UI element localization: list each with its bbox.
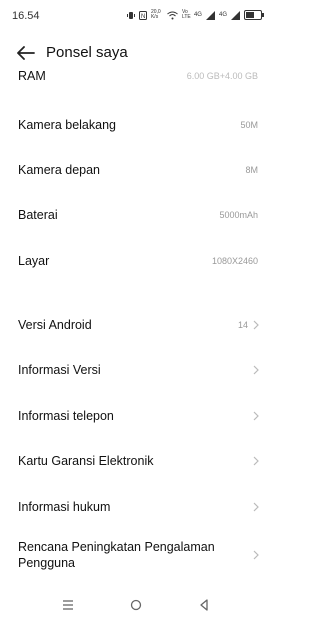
row-value: 8M: [245, 165, 258, 175]
row-ram[interactable]: RAM 6.00 GB+4.00 GB: [0, 60, 272, 98]
row-label: Layar: [18, 254, 50, 268]
signal-icon-2: [231, 10, 240, 20]
navigation-bar: [0, 588, 272, 620]
chevron-right-icon: [253, 411, 259, 421]
row-experience-program[interactable]: Rencana Peningkatan Pengalaman Pengguna: [0, 532, 272, 578]
menu-icon: [63, 600, 73, 610]
status-time: 16.54: [12, 10, 40, 22]
row-label: RAM: [18, 69, 46, 83]
row-rear-camera[interactable]: Kamera belakang 50M: [0, 103, 272, 147]
row-value: 1080X2460: [211, 256, 258, 266]
home-button[interactable]: [126, 596, 146, 614]
chevron-right-icon: [253, 550, 259, 560]
row-value: 5000mAh: [219, 210, 258, 220]
row-label: Informasi hukum: [18, 500, 111, 514]
row-label: Rencana Peningkatan Pengalaman Pengguna: [18, 540, 215, 570]
vibrate-icon: [126, 11, 135, 19]
row-label: Kamera belakang: [18, 118, 116, 132]
network-4g-text: 4G: [193, 12, 202, 18]
arrow-left-icon: [17, 46, 35, 60]
wifi-icon: [167, 11, 178, 19]
status-icons: N 20,0 K/s Vo LTE 4G 4G: [126, 9, 264, 20]
row-screen[interactable]: Layar 1080X2460: [0, 239, 272, 283]
row-version-info[interactable]: Informasi Versi: [0, 348, 272, 392]
row-front-camera[interactable]: Kamera depan 8M: [0, 148, 272, 192]
network-4g-text-2: 4G: [218, 12, 227, 18]
row-warranty-card[interactable]: Kartu Garansi Elektronik: [0, 439, 272, 483]
row-label: Informasi Versi: [18, 363, 101, 377]
chevron-right-icon: [253, 320, 259, 330]
row-label: Informasi telepon: [18, 409, 114, 423]
row-android-version[interactable]: Versi Android 14: [0, 303, 272, 347]
battery-icon: [244, 10, 264, 20]
signal-icon: [205, 10, 215, 20]
chevron-right-icon: [253, 502, 259, 512]
row-label: Baterai: [18, 208, 58, 222]
volte-text: Vo LTE: [181, 9, 191, 20]
chevron-right-icon: [253, 456, 259, 466]
row-value: 14: [237, 320, 248, 330]
chevron-right-icon: [253, 365, 259, 375]
speed-text: 20,0 K/s: [150, 9, 161, 20]
row-value: 50M: [240, 120, 258, 130]
settings-list[interactable]: RAM 6.00 GB+4.00 GB Kamera belakang 50M …: [0, 60, 272, 588]
back-icon: [200, 599, 208, 611]
status-bar: 16.54 N 20,0 K/s Vo LTE 4G 4G: [0, 0, 272, 30]
row-battery[interactable]: Baterai 5000mAh: [0, 193, 272, 237]
nav-back-button[interactable]: [194, 596, 214, 614]
row-value: 6.00 GB+4.00 GB: [186, 71, 258, 81]
row-label: Versi Android: [18, 318, 92, 332]
menu-button[interactable]: [58, 596, 78, 614]
row-label: Kartu Garansi Elektronik: [18, 454, 154, 468]
home-icon: [130, 599, 142, 611]
svg-text:N: N: [141, 14, 145, 20]
row-phone-info[interactable]: Informasi telepon: [0, 394, 272, 438]
nfc-icon: N: [138, 10, 147, 20]
row-label: Kamera depan: [18, 163, 101, 177]
page-title: Ponsel saya: [46, 44, 128, 61]
row-legal-info[interactable]: Informasi hukum: [0, 485, 272, 529]
